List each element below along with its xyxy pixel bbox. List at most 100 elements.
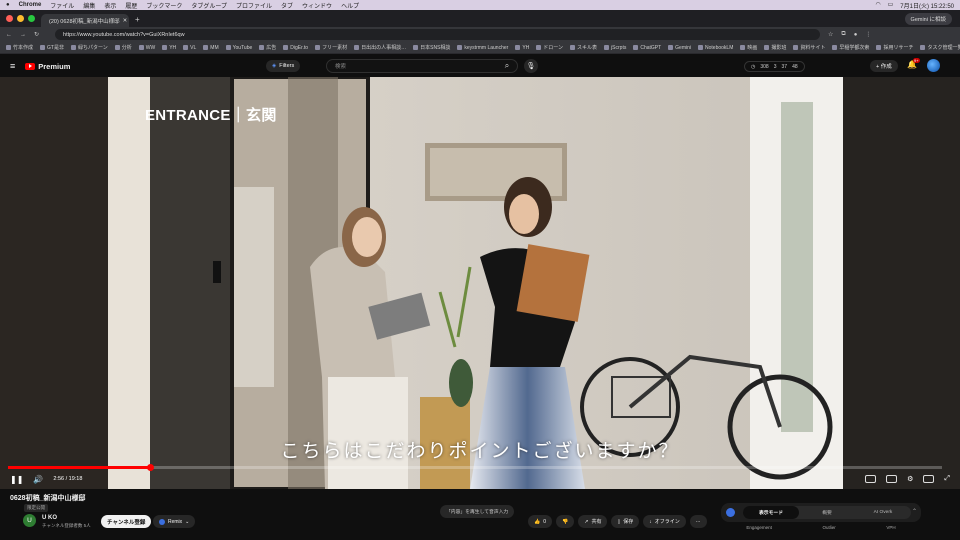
- channel-avatar[interactable]: U: [23, 514, 36, 527]
- bookmark-item[interactable]: keystrmm Launcher: [457, 45, 508, 51]
- bookmark-item[interactable]: 日本SNS相談: [413, 44, 450, 51]
- extensions-icon[interactable]: ⧉: [841, 31, 845, 38]
- extension-logo-icon[interactable]: [726, 508, 735, 517]
- menu-bookmarks[interactable]: ブックマーク: [146, 1, 182, 10]
- bookmark-item[interactable]: タスク管理一覧 - Go…: [920, 44, 960, 51]
- bookmark-item[interactable]: VL: [183, 45, 196, 51]
- bookmark-item[interactable]: 資料サイト: [793, 44, 825, 51]
- menu-file[interactable]: ファイル: [50, 1, 74, 10]
- subtitles-icon[interactable]: [865, 475, 877, 483]
- apple-icon[interactable]: ●: [6, 2, 10, 8]
- gemini-button[interactable]: Gemini に相談: [904, 12, 952, 25]
- tab-close-icon[interactable]: ✕: [123, 18, 128, 24]
- tab-overview[interactable]: 概要: [799, 506, 855, 519]
- download-button[interactable]: ↓ オフライン: [643, 515, 686, 528]
- panel-collapse-icon[interactable]: ⌃: [912, 508, 917, 515]
- hamburger-menu-icon[interactable]: ≡: [10, 61, 15, 71]
- tab-display-mode[interactable]: 表示モード: [743, 506, 799, 519]
- subscribe-button[interactable]: チャンネル登録: [101, 515, 152, 528]
- menu-history[interactable]: 履歴: [125, 1, 137, 10]
- bookmark-item[interactable]: 日出出の人事相談…: [354, 44, 406, 51]
- menu-profile[interactable]: プロファイル: [236, 1, 272, 10]
- fullscreen-icon[interactable]: ⤢: [944, 475, 950, 483]
- bookmark-item[interactable]: NotebookLM: [698, 45, 733, 51]
- bookmark-item[interactable]: 分析: [114, 44, 132, 51]
- bookmark-item[interactable]: 竹本作成: [6, 44, 33, 51]
- forward-icon[interactable]: →: [20, 32, 26, 38]
- search-input[interactable]: 検索: [326, 59, 518, 73]
- premium-label: Premium: [38, 61, 71, 71]
- close-window-button[interactable]: [6, 15, 13, 22]
- chrome-menu-icon[interactable]: ⋮: [865, 31, 871, 38]
- bookmark-item[interactable]: スキル表: [570, 44, 597, 51]
- video-frame[interactable]: [0, 77, 960, 489]
- url-field[interactable]: https://www.youtube.com/watch?v=GuiXRnIe…: [55, 29, 821, 40]
- bookmarks-bar: 竹本作成 GT是非 緑ちパターン 分析 WW YH VL MM YouTube 広告 DigEr.t…: [0, 42, 960, 54]
- bookmark-item[interactable]: 早稲学都次索: [832, 44, 869, 51]
- bookmark-item[interactable]: DigEr.to: [283, 45, 308, 51]
- progress-bar[interactable]: [8, 464, 942, 471]
- bookmark-item[interactable]: 撮影班: [764, 44, 786, 51]
- bookmark-item[interactable]: Gemini: [668, 45, 691, 51]
- theater-mode-icon[interactable]: [923, 475, 935, 483]
- bookmark-favicon-icon: [6, 45, 11, 51]
- wifi-icon[interactable]: ◠: [875, 1, 880, 10]
- volume-icon[interactable]: 🔊: [33, 475, 43, 484]
- bookmark-item[interactable]: MM: [203, 45, 219, 51]
- captions-icon[interactable]: [886, 475, 898, 483]
- progress-scrubber[interactable]: [146, 464, 154, 471]
- app-menu[interactable]: Chrome: [19, 2, 42, 8]
- bookmark-star-icon[interactable]: ☆: [828, 31, 833, 38]
- create-button[interactable]: + 作成: [870, 60, 898, 72]
- filters-button[interactable]: ◈ Filters: [266, 60, 301, 72]
- menu-tabgroups[interactable]: タブグループ: [191, 1, 227, 10]
- bookmark-item[interactable]: WW: [138, 45, 155, 51]
- browser-tab-active[interactable]: (20) 0628初稿_新潟中山様邸 ✕: [41, 14, 129, 27]
- tab-ai-overview[interactable]: AI Overk: [855, 506, 911, 519]
- bookmark-favicon-icon: [570, 45, 576, 51]
- bookmark-item[interactable]: YH: [162, 45, 176, 51]
- microphone-icon[interactable]: 🎙: [524, 59, 538, 73]
- remix-label: Remix: [168, 518, 183, 525]
- search-icon[interactable]: ⌕: [496, 59, 518, 73]
- profile-icon[interactable]: ●: [854, 32, 858, 38]
- bookmark-item[interactable]: 映画: [740, 44, 757, 51]
- bookmark-favicon-icon: [876, 45, 882, 51]
- bookmark-item[interactable]: フリー素材: [315, 44, 347, 51]
- battery-icon[interactable]: ▭: [888, 1, 894, 10]
- menu-edit[interactable]: 編集: [83, 1, 95, 10]
- bookmark-item[interactable]: ドローン: [536, 44, 563, 51]
- dislike-button[interactable]: 👎: [556, 515, 575, 528]
- save-button[interactable]: ▯ 保存: [611, 515, 640, 528]
- remix-button[interactable]: Remix ⌄: [153, 515, 196, 528]
- bookmark-item[interactable]: YouTube: [225, 45, 252, 51]
- minimize-window-button[interactable]: [17, 15, 24, 22]
- bookmark-item[interactable]: ChatGPT: [633, 45, 661, 51]
- video-player[interactable]: ENTRANCE｜玄関 こちらはこだわりポイントございますか？ ❚❚ 🔊 2:5…: [0, 77, 960, 489]
- bookmark-item[interactable]: 緑ちパターン: [70, 44, 108, 51]
- voice-input-hint[interactable]: 「内容」を再生して音声入力: [440, 505, 515, 518]
- bookmark-item[interactable]: YH: [515, 45, 529, 51]
- menu-help[interactable]: ヘルプ: [341, 1, 359, 10]
- clock[interactable]: 7月1日(火) 15:22:50: [900, 1, 954, 10]
- menu-tab[interactable]: タブ: [281, 1, 293, 10]
- back-icon[interactable]: ←: [6, 32, 12, 38]
- bookmark-item[interactable]: 採用リサーチ: [876, 44, 913, 51]
- new-tab-icon[interactable]: +: [135, 15, 140, 24]
- account-avatar[interactable]: [927, 59, 940, 72]
- bookmark-item[interactable]: GT是非: [40, 44, 64, 51]
- share-button[interactable]: ↗ 共有: [578, 515, 608, 528]
- extension-stats[interactable]: ◷ 308 3 37 48: [744, 61, 805, 72]
- youtube-logo[interactable]: Premium: [25, 62, 70, 71]
- maximize-window-button[interactable]: [28, 15, 35, 22]
- bookmark-item[interactable]: jScrpts: [604, 45, 626, 51]
- settings-gear-icon[interactable]: ⚙: [907, 475, 913, 483]
- more-actions-button[interactable]: ⋯: [689, 515, 707, 528]
- menu-view[interactable]: 表示: [104, 1, 116, 10]
- menu-window[interactable]: ウィンドウ: [302, 1, 332, 10]
- pause-icon[interactable]: ❚❚: [10, 475, 23, 484]
- reload-icon[interactable]: ↻: [34, 31, 39, 38]
- like-button[interactable]: 👍 0: [528, 515, 553, 528]
- channel-name[interactable]: U KO: [42, 515, 57, 521]
- bookmark-item[interactable]: 広告: [259, 44, 276, 51]
